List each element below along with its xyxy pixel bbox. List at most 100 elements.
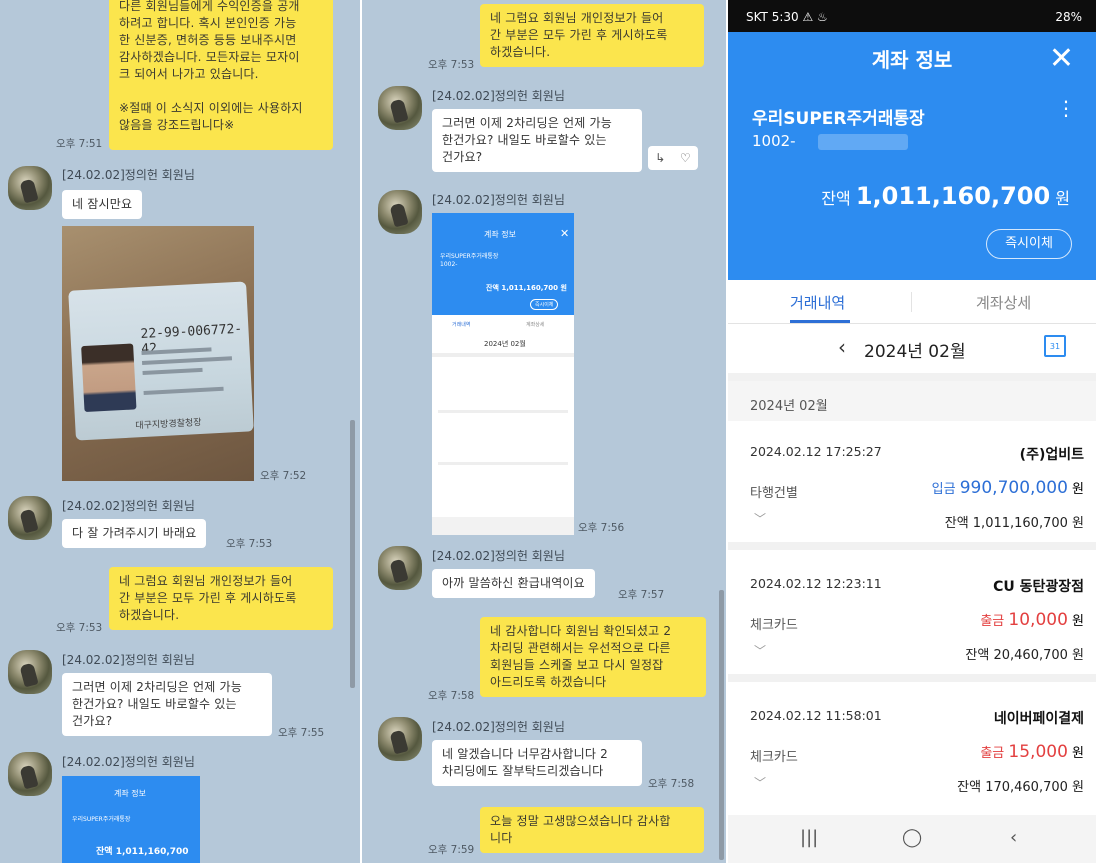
balance-label: 잔액 bbox=[821, 189, 851, 208]
tab-detail[interactable]: 계좌상세 bbox=[976, 292, 1031, 313]
section-gap bbox=[728, 373, 1096, 381]
section-header: 2024년 02월 bbox=[728, 381, 1096, 421]
mini-tab2: 계좌상세 bbox=[526, 322, 545, 328]
close-icon[interactable]: ✕ bbox=[1049, 44, 1074, 74]
tx-balance: 잔액 1,011,160,700 원 bbox=[944, 516, 1084, 531]
avatar[interactable] bbox=[378, 717, 422, 761]
tx-datetime: 2024.02.12 17:25:27 bbox=[750, 444, 882, 459]
mini-nav bbox=[432, 517, 574, 535]
mini-close-icon: ✕ bbox=[560, 227, 570, 240]
sender-name: [24.02.02]정의헌 회원님 bbox=[432, 89, 565, 103]
mini-title: 계좌 정보 bbox=[484, 230, 516, 239]
tx-merchant: 네이버페이결제 bbox=[993, 711, 1084, 727]
tx-merchant: (주)업비트 bbox=[1019, 447, 1084, 463]
transfer-button[interactable]: 즉시이체 bbox=[986, 229, 1072, 259]
transaction-row[interactable]: 2024.02.12 11:58:01 네이버페이결제 체크카드 출금 15,0… bbox=[728, 690, 1096, 814]
timestamp: 오후 7:59 bbox=[428, 844, 475, 856]
id-card-face bbox=[81, 343, 137, 413]
account-screenshot[interactable]: 계좌 정보 ✕ 우리SUPER주거래통장 1002- 잔액 1,011,160,… bbox=[432, 213, 574, 535]
mini-tx bbox=[438, 421, 568, 465]
sender-name: [24.02.02]정의헌 회원님 bbox=[62, 653, 195, 667]
tx-merchant: CU 동탄광장점 bbox=[993, 579, 1084, 595]
timestamp: 오후 7:51 bbox=[56, 138, 103, 150]
mini-month: 2024년 02월 bbox=[484, 340, 526, 348]
scrollbar[interactable] bbox=[719, 590, 724, 860]
timestamp: 오후 7:55 bbox=[278, 727, 325, 739]
screenshot-collage: 다른 회원님들에게 수익인증을 공개 하려고 합니다. 혹시 본인인증 가능 한… bbox=[0, 0, 1096, 863]
avatar[interactable] bbox=[8, 650, 52, 694]
timestamp: 오후 7:52 bbox=[260, 470, 307, 482]
status-left: SKT 5:30 ⚠ ♨ bbox=[746, 10, 828, 24]
timestamp: 오후 7:53 bbox=[428, 59, 475, 71]
calendar-icon[interactable]: 31 bbox=[1044, 335, 1066, 357]
recent-apps-icon[interactable]: ||| bbox=[800, 827, 818, 848]
mini-tx bbox=[438, 373, 568, 413]
tx-direction: 출금 bbox=[980, 614, 1005, 629]
transaction-row[interactable]: 2024.02.12 12:23:11 CU 동탄광장점 체크카드 출금 10,… bbox=[728, 558, 1096, 682]
id-card: 22-99-006772-42 대구지방경찰청장 bbox=[68, 281, 254, 441]
chat-panel-left[interactable]: 다른 회원님들에게 수익인증을 공개 하려고 합니다. 혹시 본인인증 가능 한… bbox=[0, 0, 360, 863]
heart-icon[interactable]: ♡ bbox=[680, 151, 691, 165]
balance-unit: 원 bbox=[1055, 189, 1070, 208]
avatar[interactable] bbox=[8, 166, 52, 210]
balance-value: 1,011,160,700 bbox=[855, 182, 1051, 210]
avatar[interactable] bbox=[8, 752, 52, 796]
tx-unit: 원 bbox=[1072, 482, 1084, 497]
mini-account: 우리SUPER주거래통장 bbox=[72, 816, 131, 823]
timestamp: 오후 7:58 bbox=[648, 778, 695, 790]
sender-name: [24.02.02]정의헌 회원님 bbox=[432, 549, 565, 563]
home-icon[interactable]: ◯ bbox=[902, 827, 922, 848]
month-label: 2024년 02월 bbox=[864, 342, 966, 362]
tx-unit: 원 bbox=[1072, 746, 1084, 761]
bank-app: SKT 5:30 ⚠ ♨ 28% 계좌 정보 ✕ 우리SUPER주거래통장 10… bbox=[728, 0, 1096, 863]
tx-unit: 원 bbox=[1072, 614, 1084, 629]
id-card-issuer: 대구지방경찰청장 bbox=[135, 417, 202, 432]
account-screenshot-thumb[interactable]: 계좌 정보 우리SUPER주거래통장 잔액 1,011,160,700 bbox=[62, 776, 200, 863]
sender-name: [24.02.02]정의헌 회원님 bbox=[432, 193, 565, 207]
tab-indicator bbox=[790, 320, 850, 323]
scrollbar[interactable] bbox=[350, 420, 355, 688]
chevron-down-icon[interactable]: ﹀ bbox=[754, 510, 766, 527]
section-label: 2024년 02월 bbox=[750, 399, 828, 414]
avatar[interactable] bbox=[378, 546, 422, 590]
avatar[interactable] bbox=[378, 190, 422, 234]
message-bubble: 네 그럼요 회원님 개인정보가 들어 간 부분은 모두 가린 후 게시하도록 하… bbox=[480, 4, 704, 67]
message-bubble: 그러면 이제 2차리딩은 언제 가능 한건가요? 내일도 바로할수 있는 건가요… bbox=[432, 109, 642, 172]
message-bubble: 네 그럼요 회원님 개인정보가 들어 간 부분은 모두 가린 후 게시하도록 하… bbox=[109, 567, 333, 630]
tx-balance: 잔액 20,460,700 원 bbox=[965, 648, 1084, 663]
avatar[interactable] bbox=[8, 496, 52, 540]
message-bubble: 아까 말씀하신 환급내역이요 bbox=[432, 569, 595, 598]
timestamp: 오후 7:58 bbox=[428, 690, 475, 702]
transaction-row[interactable]: 2024.02.12 17:25:27 (주)업비트 타행건별 입금 990,7… bbox=[728, 426, 1096, 550]
message-bubble: 네 잠시만요 bbox=[62, 190, 143, 219]
id-card-line bbox=[142, 367, 203, 375]
tx-type: 타행건별 bbox=[750, 486, 798, 501]
more-icon[interactable]: ⋮ bbox=[1056, 98, 1076, 118]
mini-balance: 잔액 1,011,160,700 원 bbox=[486, 284, 567, 292]
chevron-left-icon[interactable]: ‹ bbox=[838, 335, 846, 359]
message-bubble: 오늘 정말 고생많으셨습니다 감사합 니다 bbox=[480, 807, 704, 853]
mini-tx bbox=[438, 471, 568, 515]
timestamp: 오후 7:53 bbox=[226, 538, 273, 550]
account-header: 계좌 정보 ✕ 우리SUPER주거래통장 1002- ⋮ 잔액 1,011,16… bbox=[728, 32, 1096, 280]
tx-direction: 출금 bbox=[980, 746, 1005, 761]
back-icon[interactable]: ‹ bbox=[1010, 827, 1017, 848]
chevron-down-icon[interactable]: ﹀ bbox=[754, 774, 766, 791]
mini-title: 계좌 정보 bbox=[114, 789, 146, 798]
mini-acct-num: 1002- bbox=[440, 261, 458, 268]
chevron-down-icon[interactable]: ﹀ bbox=[754, 642, 766, 659]
reaction-bar[interactable]: ↳ ♡ bbox=[648, 146, 698, 170]
status-bar: SKT 5:30 ⚠ ♨ 28% bbox=[728, 0, 1096, 32]
account-name: 우리SUPER주거래통장 bbox=[752, 109, 925, 129]
tx-datetime: 2024.02.12 11:58:01 bbox=[750, 708, 882, 723]
timestamp: 오후 7:53 bbox=[56, 622, 103, 634]
tx-balance: 잔액 170,460,700 원 bbox=[957, 780, 1084, 795]
sender-name: [24.02.02]정의헌 회원님 bbox=[62, 168, 195, 182]
tx-amount: 출금 15,000 원 bbox=[980, 742, 1084, 762]
chat-panel-right[interactable]: 네 그럼요 회원님 개인정보가 들어 간 부분은 모두 가린 후 게시하도록 하… bbox=[362, 0, 726, 863]
id-card-photo[interactable]: 22-99-006772-42 대구지방경찰청장 bbox=[62, 226, 254, 481]
reply-icon[interactable]: ↳ bbox=[655, 151, 665, 165]
avatar[interactable] bbox=[378, 86, 422, 130]
mini-transfer: 즉시이체 bbox=[530, 299, 559, 310]
tab-history[interactable]: 거래내역 bbox=[790, 292, 845, 313]
